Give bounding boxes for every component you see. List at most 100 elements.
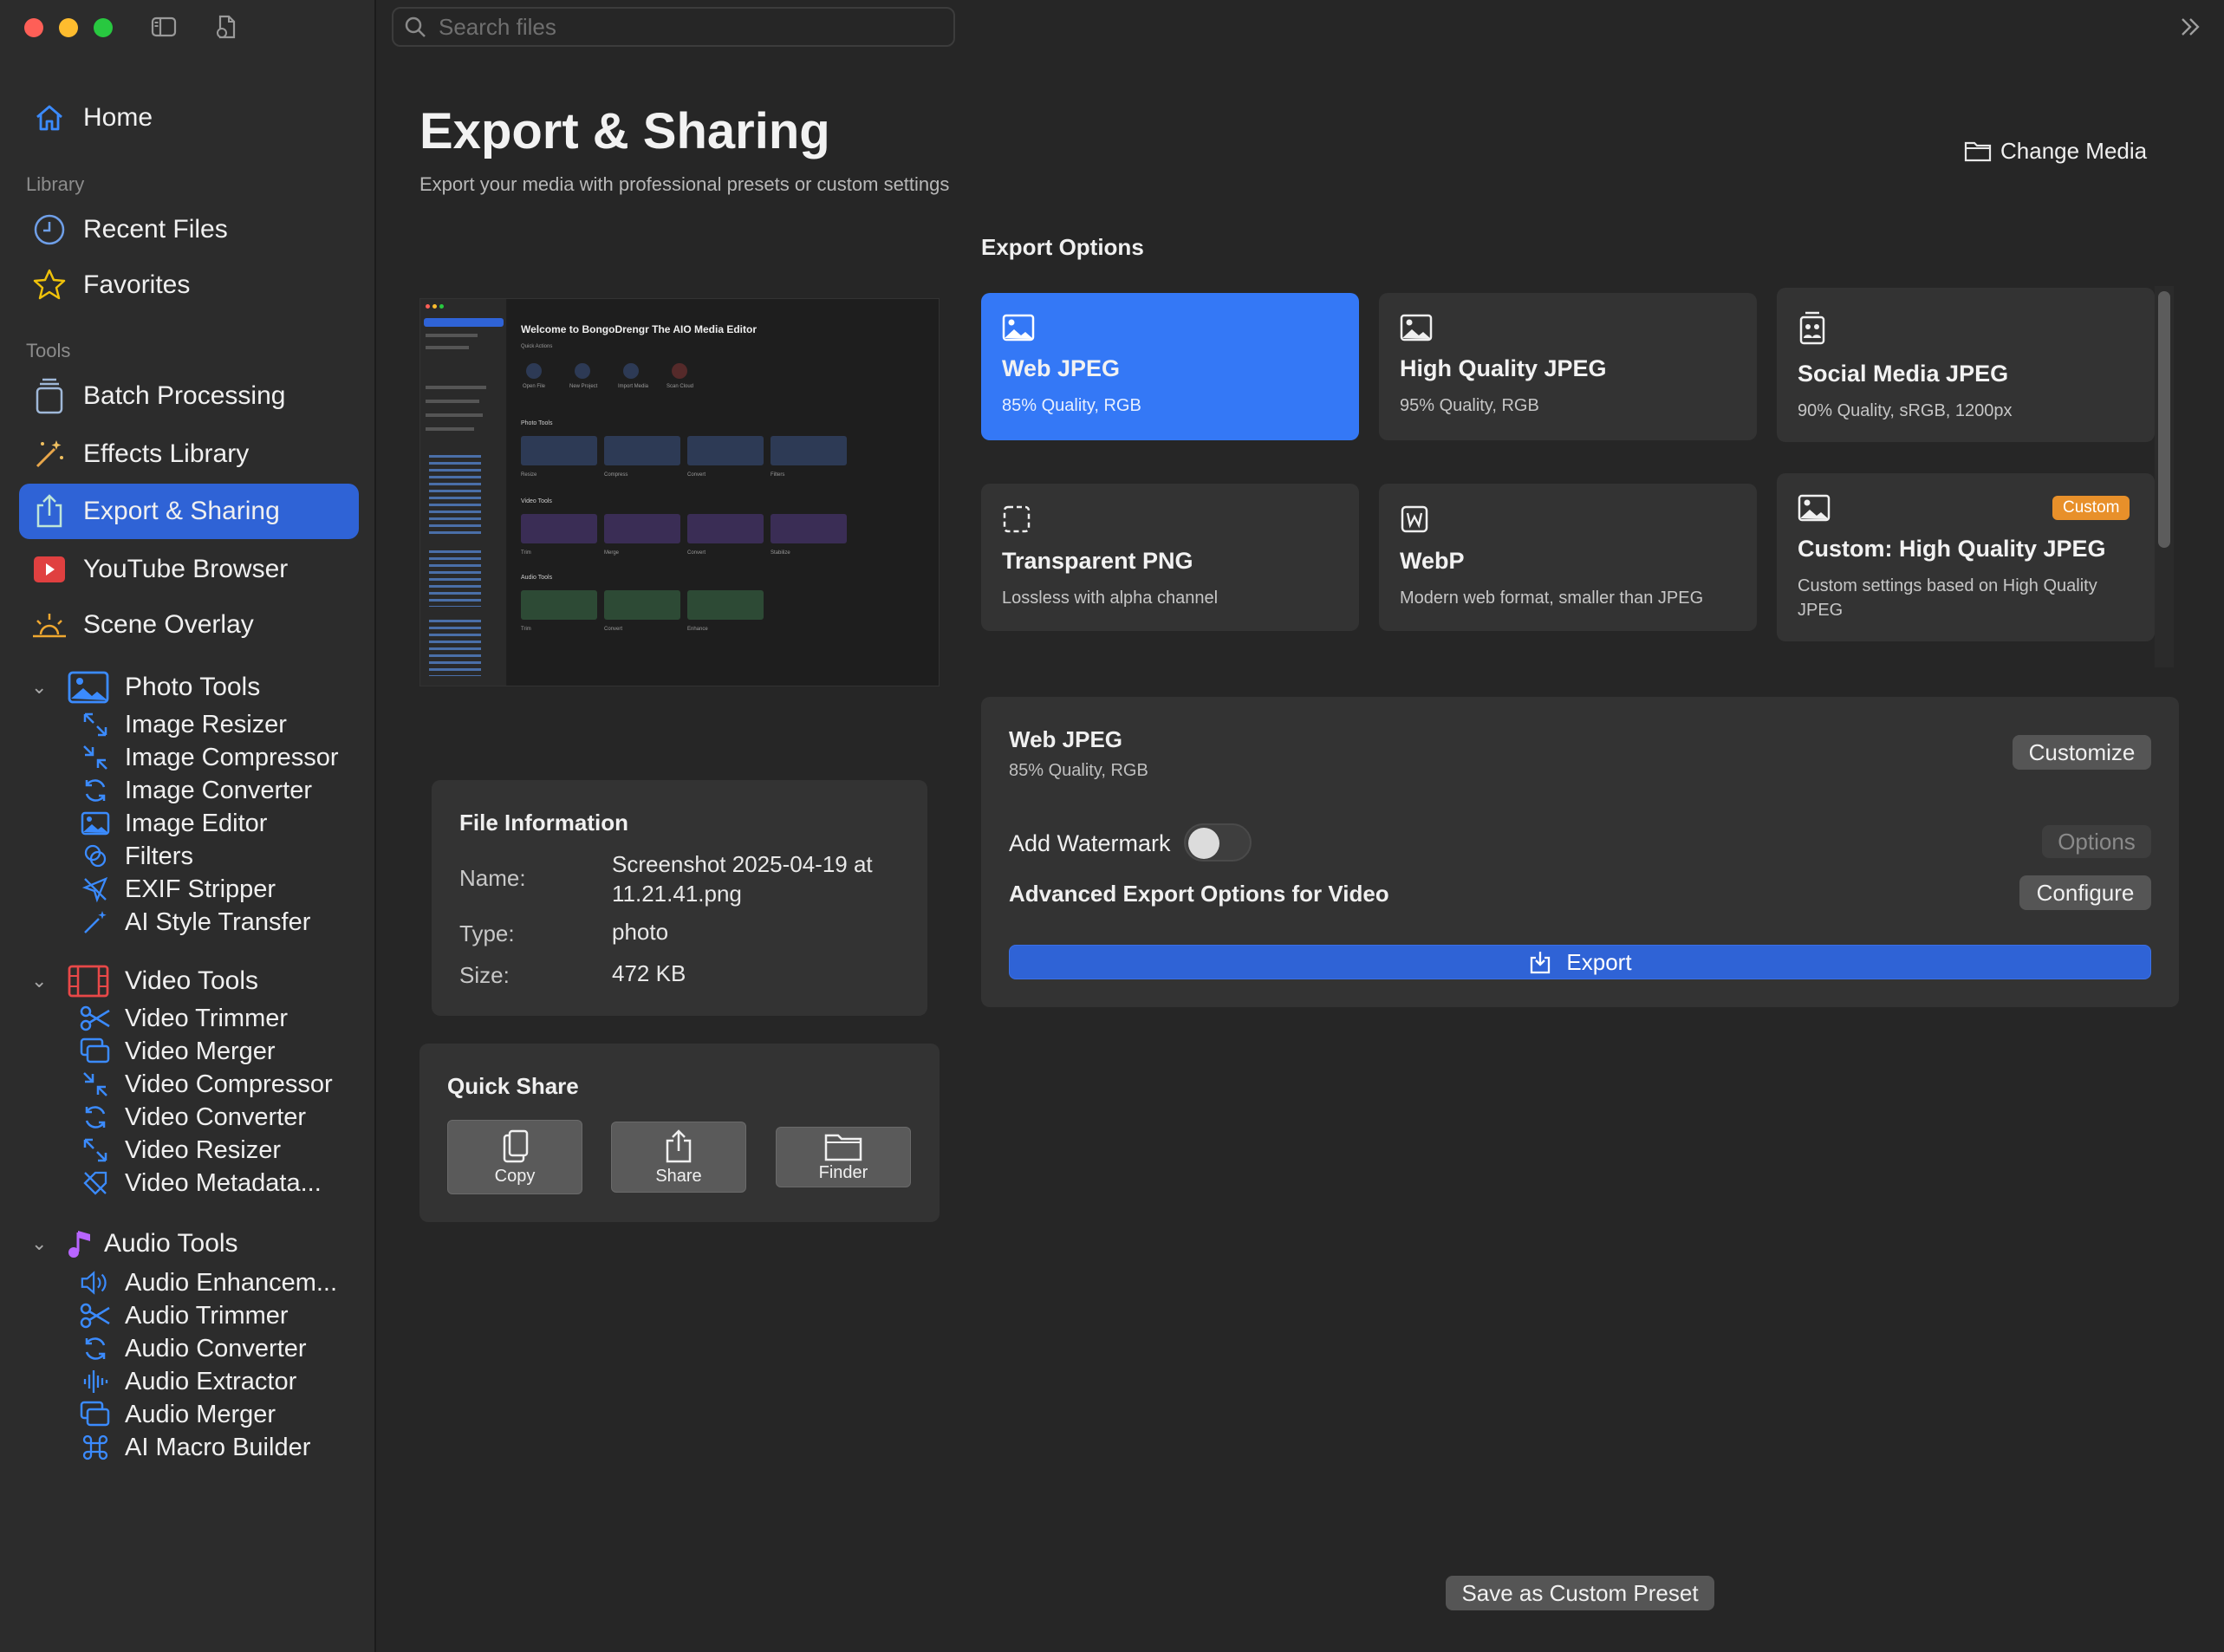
sidebar-item-video-compressor[interactable]: Video Compressor	[80, 1068, 333, 1101]
customize-button[interactable]: Customize	[2013, 735, 2151, 770]
sidebar-item-image-converter[interactable]: Image Converter	[80, 774, 312, 807]
sidebar-item-video-resizer[interactable]: Video Resizer	[80, 1134, 281, 1167]
sidebar-item-label: Home	[83, 103, 153, 132]
chevron-down-icon[interactable]: ⌄	[31, 970, 55, 992]
photo-icon	[1400, 314, 1433, 345]
configure-button[interactable]: Configure	[2019, 875, 2151, 910]
sidebar-item-audio-trimmer[interactable]: Audio Trimmer	[80, 1299, 289, 1332]
sidebar-item-label: AI Macro Builder	[125, 1433, 311, 1461]
sidebar-item-video-merger[interactable]: Video Merger	[80, 1035, 276, 1068]
stacked-windows-icon	[80, 1399, 111, 1430]
play-rectangle-icon	[31, 551, 68, 588]
double-chevron-right-icon[interactable]	[2177, 14, 2203, 40]
preview-action-label: Import Media	[618, 384, 649, 389]
photo-icon	[1002, 314, 1035, 345]
preview-tile-labels: Trim Merge Convert Stabilize	[521, 550, 847, 556]
folder-icon	[1964, 140, 1992, 162]
preview-heading: Welcome to BongoDrengr The AIO Media Edi…	[521, 323, 758, 335]
page-title: Export & Sharing	[419, 103, 830, 159]
sidebar-item-ai-style-transfer[interactable]: AI Style Transfer	[80, 906, 310, 939]
finder-button[interactable]: Finder	[776, 1127, 911, 1187]
sidebar-item-label: EXIF Stripper	[125, 875, 276, 903]
sidebar-item-video-metadata[interactable]: Video Metadata...	[80, 1167, 322, 1200]
change-media-button[interactable]: Change Media	[1964, 135, 2147, 166]
sidebar-item-ai-macro-builder[interactable]: AI Macro Builder	[80, 1431, 310, 1464]
preview-tile-labels: Trim Convert Enhance	[521, 627, 764, 632]
sidebar-item-label: AI Style Transfer	[125, 907, 311, 936]
preset-name: Web JPEG	[1002, 355, 1121, 381]
sidebar-item-video-converter[interactable]: Video Converter	[80, 1101, 306, 1134]
preview-tiles	[521, 514, 847, 543]
sidebar-item-audio-merger[interactable]: Audio Merger	[80, 1398, 276, 1431]
media-preview: Welcome to BongoDrengr The AIO Media Edi…	[419, 298, 940, 686]
preset-custom-high-quality-jpeg[interactable]: Custom Custom: High Quality JPEG Custom …	[1777, 473, 2155, 641]
preview-tile-labels: Resize Compress Convert Filters	[521, 472, 847, 478]
search-input[interactable]	[439, 13, 924, 41]
watermark-label: Add Watermark	[1009, 830, 1171, 856]
preview-actions: Open File New Project Import Media Scan …	[521, 363, 693, 389]
sidebar-item-label: Scene Overlay	[83, 610, 254, 639]
export-button[interactable]: Export	[1009, 945, 2151, 979]
presets-scrollbar[interactable]	[2158, 291, 2170, 548]
sidebar-item-home[interactable]: Home	[19, 90, 359, 146]
save-custom-preset-button[interactable]: Save as Custom Preset	[1446, 1576, 1714, 1610]
preview-tile-label: Trim	[521, 627, 531, 632]
preview-action-label: Open File	[522, 384, 545, 389]
copy-button[interactable]: Copy	[447, 1120, 582, 1194]
resize-arrows-icon	[80, 1135, 111, 1166]
copy-icon	[497, 1128, 532, 1165]
sidebar-item-export-sharing[interactable]: Export & Sharing	[19, 484, 359, 539]
sidebar-item-image-compressor[interactable]: Image Compressor	[80, 741, 339, 774]
preview-tile-label: Convert	[687, 550, 706, 556]
sidebar-item-favorites[interactable]: Favorites	[19, 257, 359, 313]
preview-section-title: Photo Tools	[521, 420, 553, 426]
sidebar-item-label: Video Metadata...	[125, 1168, 322, 1197]
preset-web-jpeg[interactable]: Web JPEG 85% Quality, RGB	[981, 293, 1359, 440]
sidebar-item-label: Video Compressor	[125, 1070, 333, 1098]
minimize-window-button[interactable]	[59, 18, 78, 37]
sidebar-item-image-editor[interactable]: Image Editor	[80, 807, 267, 840]
sidebar-item-image-resizer[interactable]: Image Resizer	[80, 708, 287, 741]
sidebar-item-effects-library[interactable]: Effects Library	[19, 426, 359, 482]
sidebar-item-filters[interactable]: Filters	[80, 840, 193, 873]
sidebar-group-photo-tools[interactable]: ⌄ Photo Tools	[31, 667, 260, 707]
sidebar-item-exif-stripper[interactable]: EXIF Stripper	[80, 873, 276, 906]
sidebar-item-batch-processing[interactable]: Batch Processing	[19, 368, 359, 424]
sidebar-item-label: Batch Processing	[83, 381, 286, 410]
preview-tile-label: Convert	[604, 627, 623, 632]
file-type-label: Type:	[459, 920, 515, 946]
film-icon	[68, 965, 109, 998]
chevron-down-icon[interactable]: ⌄	[31, 676, 55, 699]
sidebar-item-scene-overlay[interactable]: Scene Overlay	[19, 597, 359, 653]
stacked-windows-icon	[80, 1036, 111, 1067]
export-label: Export	[1566, 948, 1632, 975]
chevron-down-icon[interactable]: ⌄	[31, 1232, 55, 1255]
sidebar-item-audio-extractor[interactable]: Audio Extractor	[80, 1365, 296, 1398]
doc-gear-icon[interactable]	[213, 14, 239, 40]
preset-social-media-jpeg[interactable]: Social Media JPEG 90% Quality, sRGB, 120…	[1777, 288, 2155, 442]
preview-action-label: New Project	[569, 384, 598, 389]
sidebar-toggle-icon[interactable]	[151, 14, 177, 40]
sidebar-item-audio-converter[interactable]: Audio Converter	[80, 1332, 307, 1365]
sidebar-group-audio-tools[interactable]: ⌄ Audio Tools	[31, 1224, 238, 1264]
share-button[interactable]: Share	[611, 1122, 746, 1193]
preset-webp[interactable]: WebP Modern web format, smaller than JPE…	[1379, 484, 1757, 631]
sidebar-group-video-tools[interactable]: ⌄ Video Tools	[31, 961, 258, 1001]
waveform-icon	[80, 1366, 111, 1397]
watermark-options-button[interactable]: Options	[2042, 825, 2151, 858]
copy-label: Copy	[494, 1166, 536, 1186]
preset-desc: Custom settings based on High Quality JP…	[1798, 576, 2097, 620]
search-field[interactable]	[392, 7, 955, 47]
sidebar-item-youtube-browser[interactable]: YouTube Browser	[19, 542, 359, 597]
sidebar-item-audio-enhancement[interactable]: Audio Enhancem...	[80, 1266, 337, 1299]
file-size-label: Size:	[459, 962, 510, 988]
preview-tile-label: Compress	[604, 472, 628, 478]
watermark-toggle[interactable]	[1184, 823, 1252, 862]
sidebar-item-video-trimmer[interactable]: Video Trimmer	[80, 1002, 288, 1035]
preset-high-quality-jpeg[interactable]: High Quality JPEG 95% Quality, RGB	[1379, 293, 1757, 440]
close-window-button[interactable]	[24, 18, 43, 37]
maximize-window-button[interactable]	[94, 18, 113, 37]
preset-transparent-png[interactable]: Transparent PNG Lossless with alpha chan…	[981, 484, 1359, 631]
selected-preset-desc: 85% Quality, RGB	[1009, 761, 1148, 780]
sidebar-item-recent-files[interactable]: Recent Files	[19, 202, 359, 257]
